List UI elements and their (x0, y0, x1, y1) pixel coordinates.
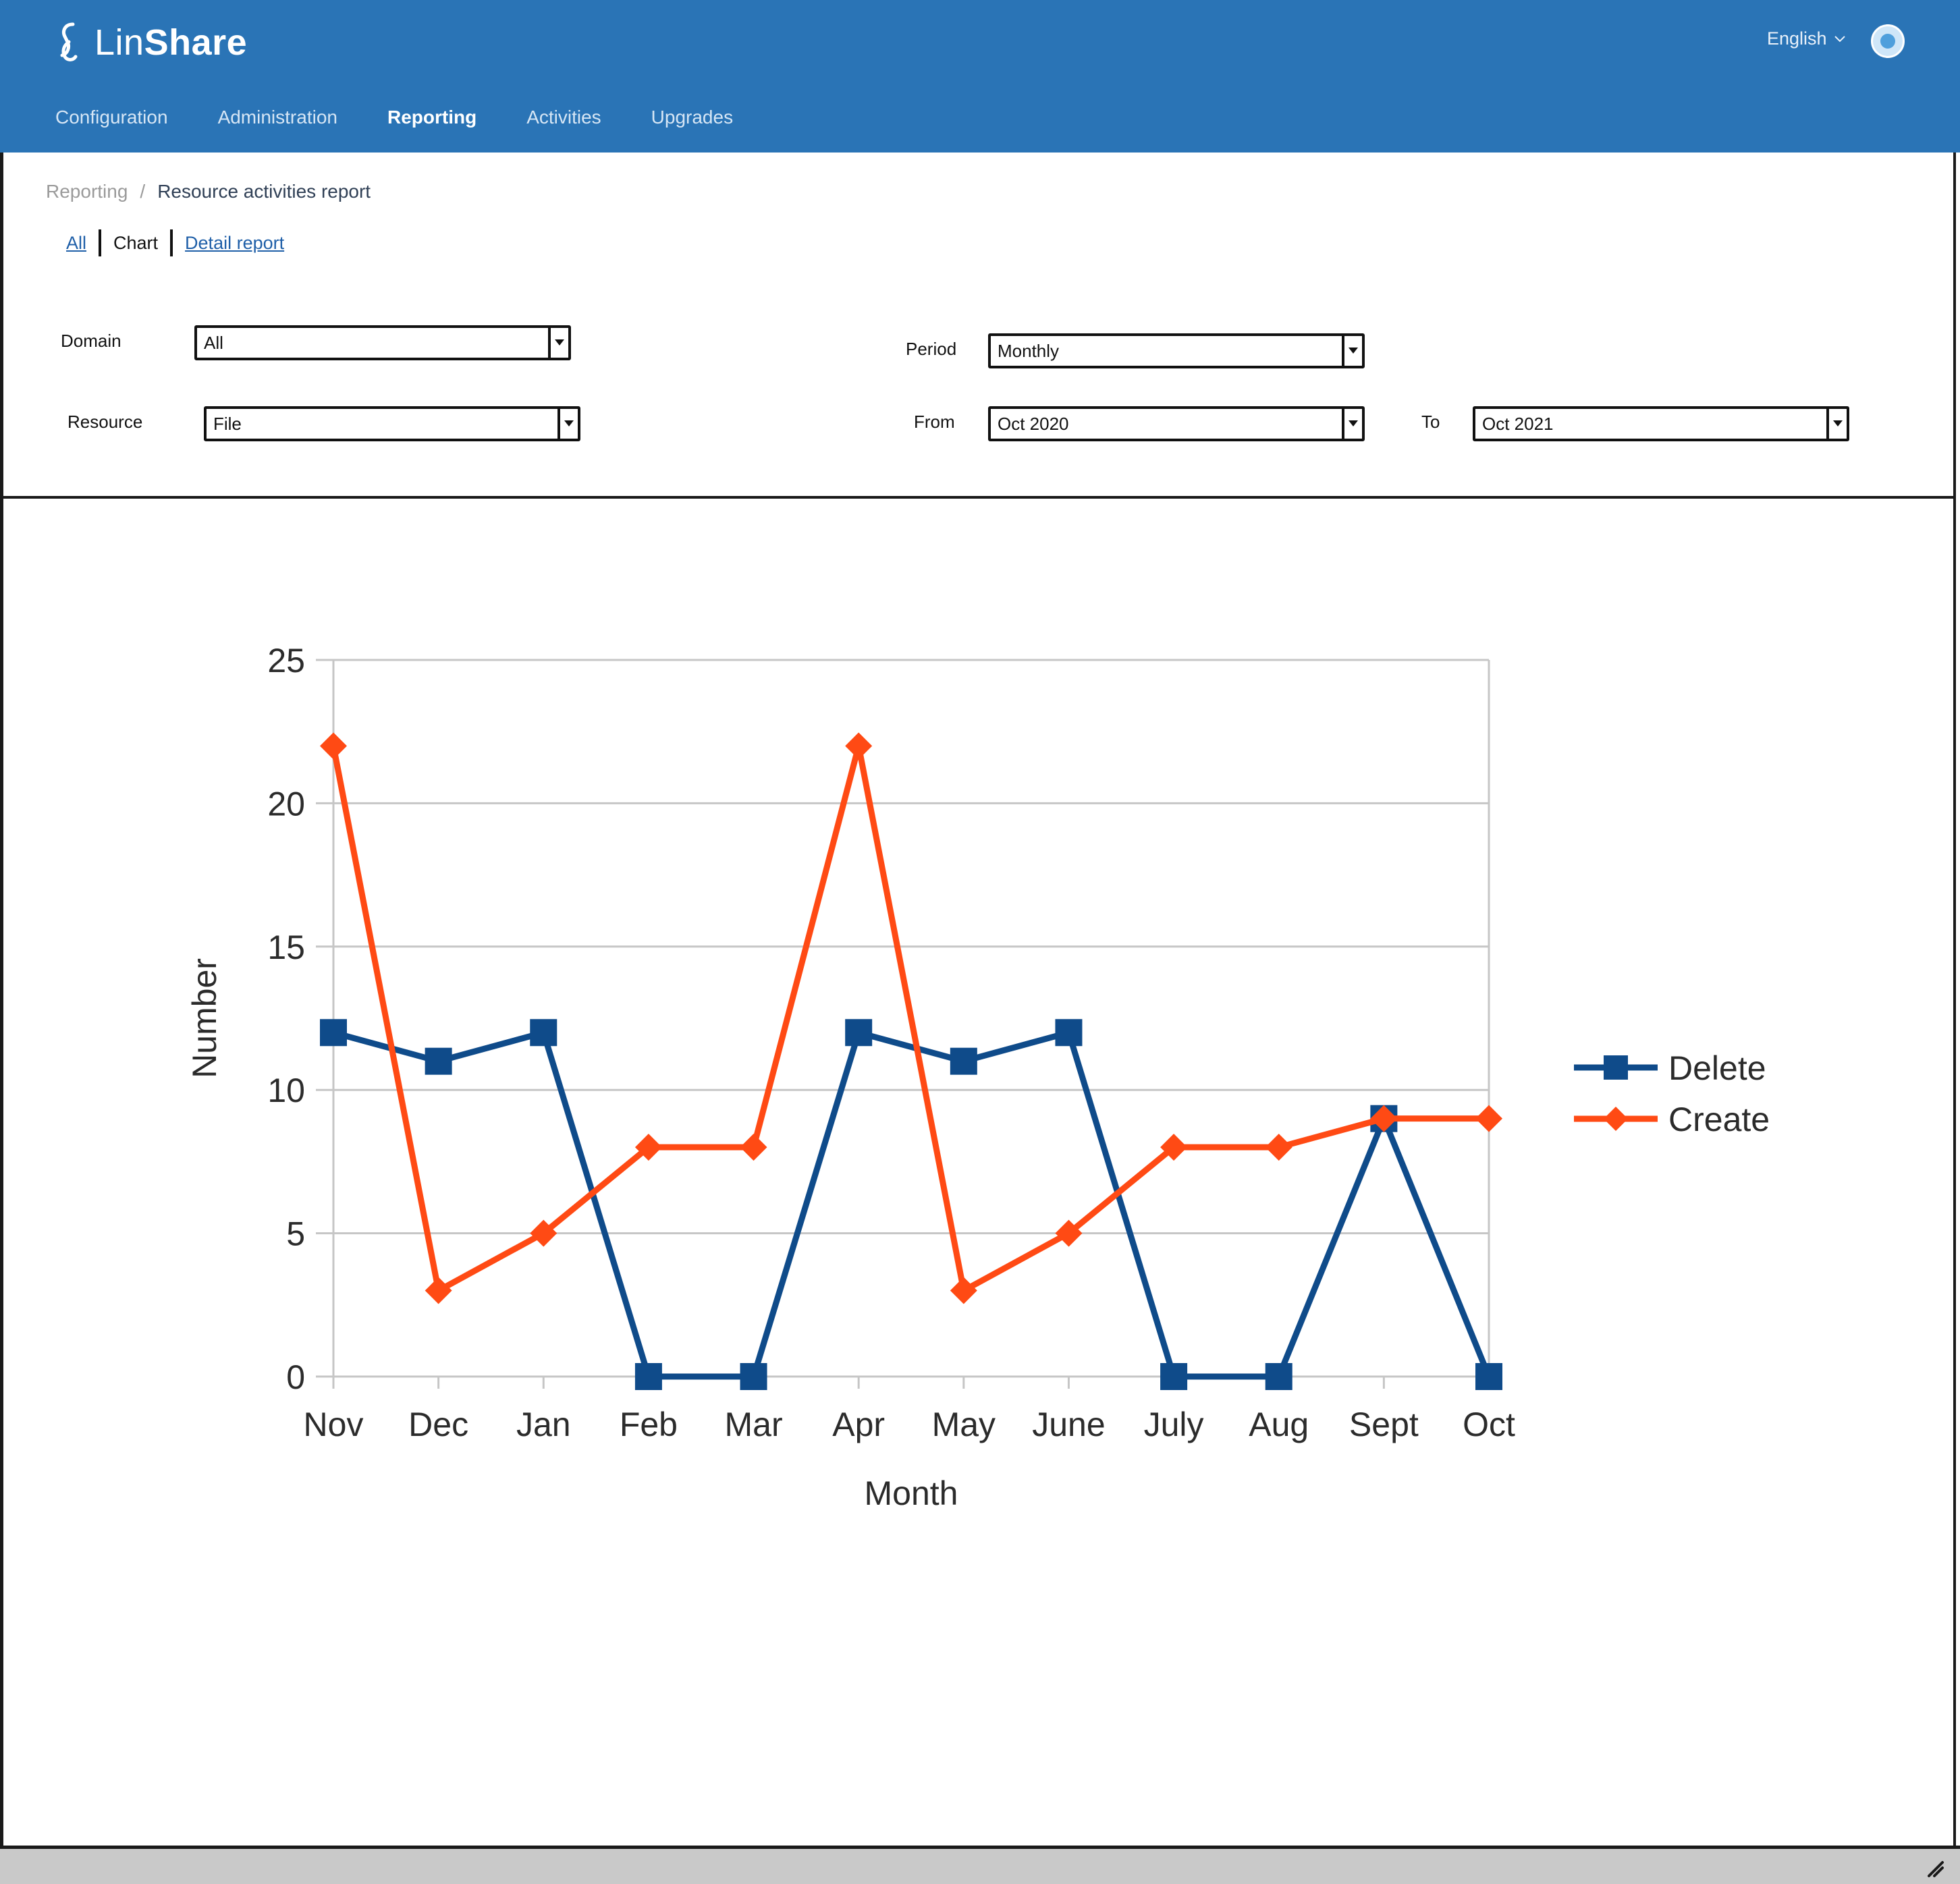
data-point-create (425, 1277, 452, 1304)
data-point-delete (740, 1363, 767, 1390)
activity-line-chart: 0 5 10 15 20 25 Nov Dec Jan Feb Mar Apr May June July A… (186, 642, 1770, 1512)
y-tick-label: 25 (267, 642, 305, 680)
data-point-delete (1265, 1363, 1292, 1390)
y-tick-label: 20 (267, 785, 305, 823)
x-tick-label: Sept (1349, 1406, 1419, 1443)
x-tick-label: Jan (516, 1406, 571, 1443)
x-tick-label: Aug (1249, 1406, 1309, 1443)
data-point-create (845, 732, 873, 760)
data-point-delete (1055, 1019, 1083, 1047)
y-tick-label: 5 (286, 1215, 305, 1253)
y-axis-title: Number (186, 958, 223, 1078)
x-tick-label: Apr (832, 1406, 885, 1443)
x-tick-label: June (1032, 1406, 1105, 1443)
resize-grip-icon[interactable] (1925, 1858, 1945, 1879)
y-tick-label: 0 (286, 1358, 305, 1396)
data-point-delete (425, 1047, 452, 1075)
legend-label-delete: Delete (1668, 1049, 1766, 1087)
data-point-delete (845, 1019, 873, 1047)
legend-marker-delete (1604, 1055, 1628, 1080)
y-tick-label: 10 (267, 1072, 305, 1109)
data-point-create (1265, 1134, 1292, 1161)
data-point-delete (1475, 1363, 1502, 1390)
data-point-create (320, 732, 347, 760)
data-point-delete (530, 1019, 557, 1047)
legend-marker-create (1604, 1107, 1628, 1131)
data-point-delete (1160, 1363, 1188, 1390)
x-tick-label: July (1144, 1406, 1204, 1443)
x-tick-label: Dec (408, 1406, 468, 1443)
y-tick-label: 15 (267, 929, 305, 966)
series-line-delete (332, 1028, 1492, 1380)
series-line-create (330, 745, 1489, 1296)
data-point-delete (950, 1047, 977, 1075)
data-point-create (950, 1277, 977, 1304)
x-tick-label: Mar (724, 1406, 782, 1443)
data-point-create (740, 1134, 767, 1161)
x-tick-label: Nov (304, 1406, 364, 1443)
data-point-create (1475, 1105, 1502, 1132)
x-tick-label: Feb (620, 1406, 678, 1443)
window-status-bar (0, 1846, 1960, 1884)
x-tick-label: May (932, 1406, 996, 1443)
data-point-delete (320, 1019, 347, 1047)
x-axis-title: Month (865, 1474, 958, 1512)
legend-label-create: Create (1668, 1101, 1770, 1138)
data-point-delete (634, 1363, 662, 1390)
x-tick-label: Oct (1463, 1406, 1515, 1443)
